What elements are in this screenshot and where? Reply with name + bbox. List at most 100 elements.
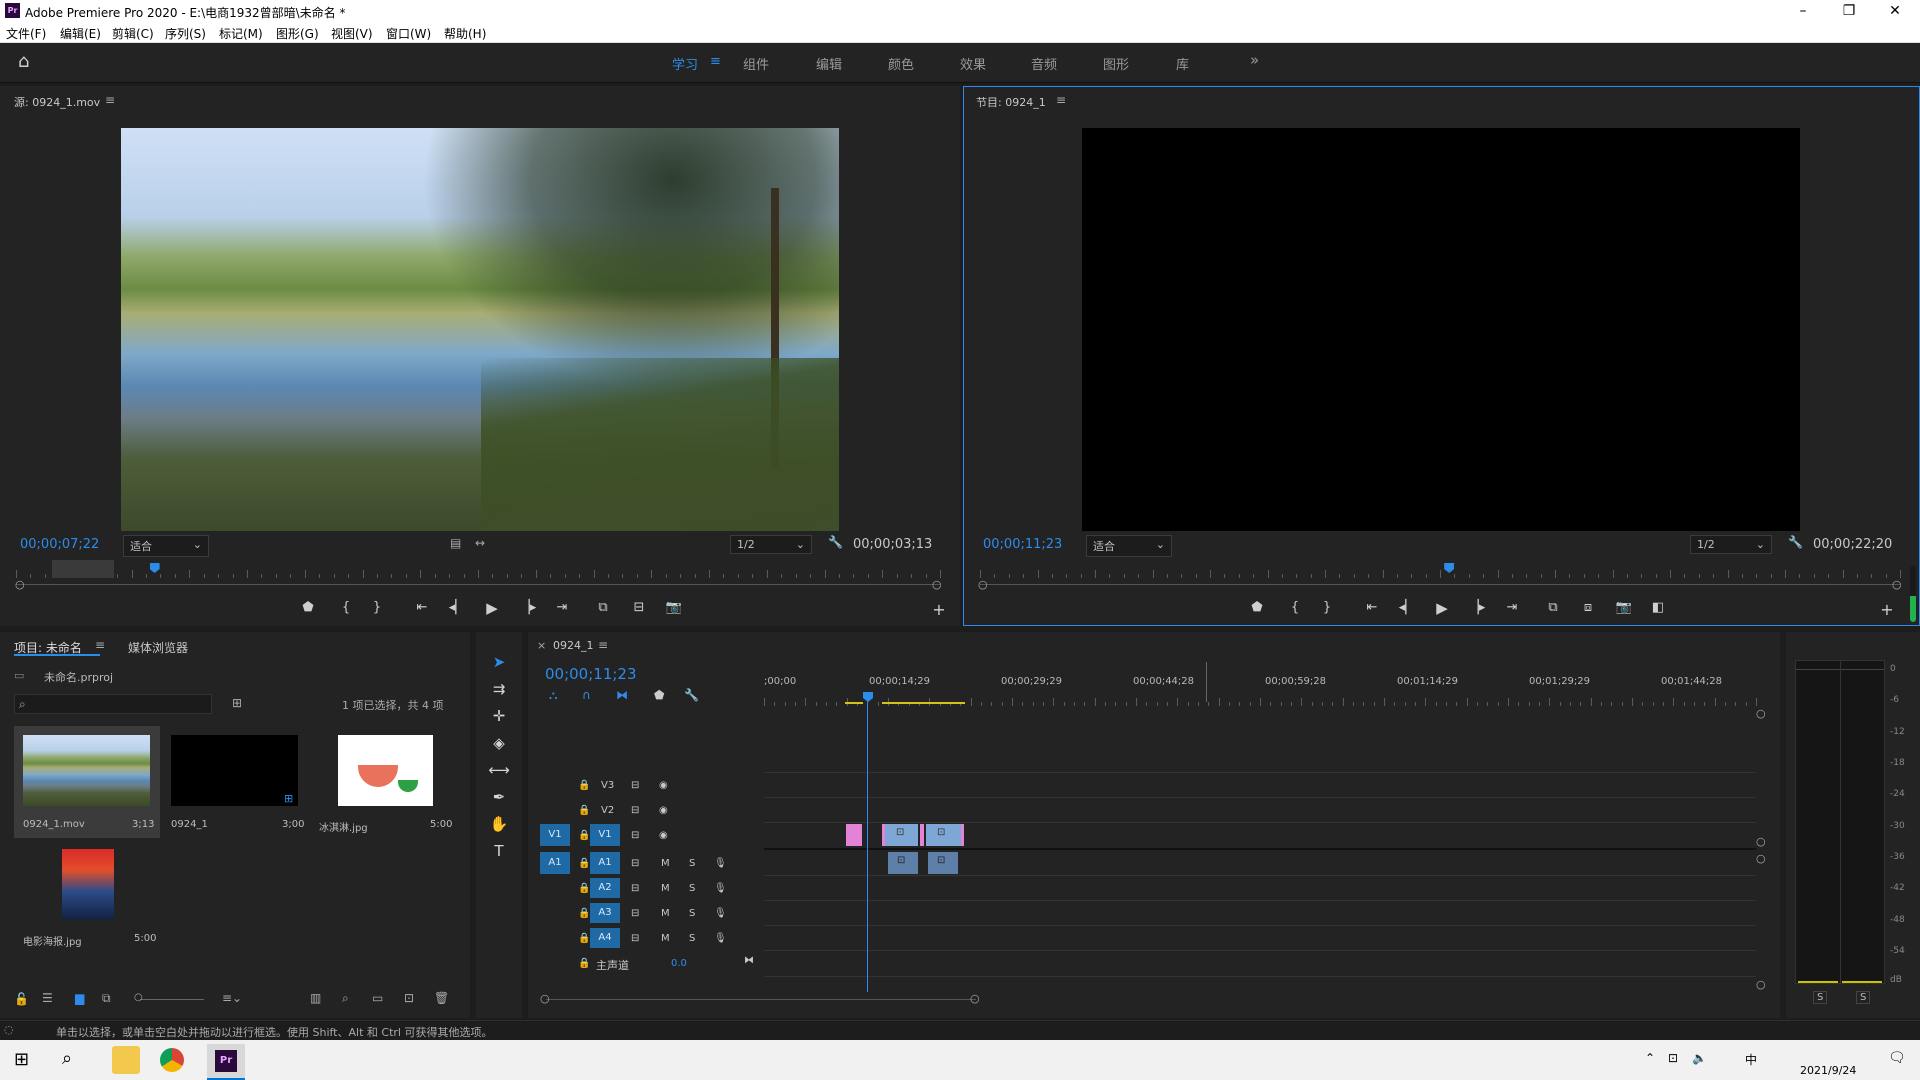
network-icon[interactable]: ⊡ — [1668, 1051, 1678, 1065]
program-quality-dropdown[interactable]: 1/2 ⌄ — [1690, 535, 1772, 554]
notification-icon[interactable]: 🗨 — [1888, 1050, 1906, 1066]
automate-to-sequence-icon[interactable]: ▥ — [310, 991, 321, 1005]
add-marker-icon[interactable]: ⬟ — [1247, 600, 1267, 615]
zoom-handle-right-icon[interactable]: ○ — [970, 992, 980, 1005]
zoom-handle-left-icon[interactable]: ○ — [540, 992, 550, 1005]
lock-icon[interactable]: 🔒 — [578, 830, 590, 841]
premiere-taskbar-button[interactable]: Pr — [207, 1044, 245, 1080]
safe-margins-icon[interactable]: ▤ — [450, 536, 461, 550]
meter-solo-right[interactable]: S — [1856, 991, 1871, 1004]
microphone-icon[interactable]: 🎙 — [714, 908, 727, 919]
sync-lock-icon[interactable]: ⊟ — [631, 830, 639, 841]
clip-audio-2[interactable]: ⊡ — [928, 852, 958, 874]
razor-tool-icon[interactable]: ◈ — [484, 734, 514, 752]
track-target-v1[interactable]: V1 — [590, 824, 620, 846]
eye-icon[interactable]: ◉ — [659, 830, 668, 841]
source-timecode-current[interactable]: 00;00;07;22 — [20, 537, 99, 552]
panel-menu-icon[interactable]: ≡ — [1056, 93, 1066, 107]
audio-scroll-handle-icon[interactable]: ○ — [1756, 852, 1766, 865]
go-to-out-icon[interactable]: ⇥ — [1502, 600, 1522, 615]
project-item-sequence[interactable]: ⊞ 0924_1 3;00 — [162, 726, 308, 838]
mark-in-icon[interactable]: { — [1285, 600, 1305, 615]
sync-lock-icon[interactable]: ⊟ — [631, 780, 639, 791]
zoom-slider-handle-icon[interactable]: ○ — [134, 992, 143, 1003]
zoom-handle-right-icon[interactable]: ○ — [932, 578, 942, 591]
overwrite-icon[interactable]: ⊟ — [629, 600, 649, 615]
lock-icon[interactable]: 🔒 — [578, 933, 590, 944]
audio-scroll-handle-icon[interactable]: ○ — [1756, 978, 1766, 991]
menu-file[interactable]: 文件(F) — [6, 25, 46, 42]
add-button-icon[interactable]: + — [929, 600, 949, 619]
workspace-tab-libraries[interactable]: 库 — [1176, 54, 1189, 73]
workspace-overflow-button[interactable]: » — [1250, 51, 1259, 69]
windows-start-icon[interactable]: ⊞ — [14, 1049, 29, 1070]
master-volume-value[interactable]: 0.0 — [671, 958, 687, 969]
ripple-edit-tool-icon[interactable]: ✛ — [484, 707, 514, 725]
mark-out-icon[interactable]: } — [367, 600, 387, 615]
minimize-button[interactable]: – — [1780, 0, 1826, 22]
icon-view-icon[interactable]: ▆ — [75, 991, 84, 1005]
menu-window[interactable]: 窗口(W) — [386, 25, 431, 42]
clip-ice-cream[interactable] — [846, 824, 862, 846]
workspace-tab-learn[interactable]: 学习 — [672, 54, 698, 73]
search-icon[interactable]: ⌕ — [62, 1048, 72, 1069]
clip-audio-1[interactable]: ⊡ — [888, 852, 918, 874]
meter-solo-left[interactable]: S — [1813, 991, 1828, 1004]
lift-icon[interactable]: ⧉ — [1543, 600, 1563, 615]
mute-button[interactable]: M — [661, 908, 670, 919]
eye-icon[interactable]: ◉ — [659, 780, 668, 791]
solo-button[interactable]: S — [689, 858, 695, 869]
menu-edit[interactable]: 编辑(E) — [60, 25, 101, 42]
solo-button[interactable]: S — [689, 933, 695, 944]
menu-view[interactable]: 视图(V) — [331, 25, 373, 42]
workspace-tab-editing[interactable]: 编辑 — [816, 54, 842, 73]
maximize-button[interactable]: ❐ — [1826, 0, 1872, 22]
project-search-box[interactable]: ⌕ — [14, 694, 212, 714]
project-item-0924-1-mov[interactable]: 0924_1.mov 3;13 — [14, 726, 160, 838]
snap-icon[interactable]: ∩ — [582, 688, 591, 702]
workspace-tab-audio[interactable]: 音频 — [1031, 54, 1057, 73]
drag-video-icon[interactable]: ↔ — [475, 536, 485, 550]
zoom-handle-left-icon[interactable]: ○ — [978, 578, 988, 591]
track-target-a1[interactable]: A1 — [590, 852, 620, 874]
go-to-in-icon[interactable]: ⇤ — [412, 600, 432, 615]
find-icon[interactable]: ⌕ — [342, 991, 349, 1006]
project-search-input[interactable] — [33, 696, 207, 712]
step-back-icon[interactable]: ◂▏ — [447, 600, 467, 615]
sync-lock-icon[interactable]: ⊟ — [631, 883, 639, 894]
timeline-horizontal-scroll[interactable] — [546, 999, 976, 1000]
menu-help[interactable]: 帮助(H) — [444, 25, 486, 42]
step-forward-icon[interactable]: ▕▸ — [518, 600, 538, 615]
lock-icon[interactable]: 🔒 — [578, 858, 590, 869]
lock-icon[interactable]: 🔒 — [578, 908, 590, 919]
new-bin-icon[interactable]: ▭ — [372, 991, 383, 1005]
track-select-tool-icon[interactable]: ⇉ — [484, 680, 514, 698]
type-tool-icon[interactable]: T — [484, 842, 514, 860]
sync-lock-icon[interactable]: ⊟ — [631, 805, 639, 816]
source-patch-v1[interactable]: V1 — [540, 824, 570, 846]
program-monitor-title[interactable]: 节目: 0924_1 — [976, 94, 1046, 110]
program-timecode-current[interactable]: 00;00;11;23 — [983, 537, 1062, 552]
mark-out-icon[interactable]: } — [1317, 600, 1337, 615]
lock-icon[interactable]: 🔓 — [14, 992, 29, 1006]
hand-tool-icon[interactable]: ✋ — [484, 815, 514, 833]
new-item-icon[interactable]: ⊡ — [404, 991, 414, 1005]
source-quality-dropdown[interactable]: 1/2 ⌄ — [730, 535, 812, 554]
eye-icon[interactable]: ◉ — [659, 805, 668, 816]
sync-lock-icon[interactable]: ⊟ — [631, 908, 639, 919]
source-video-frame[interactable] — [121, 128, 839, 531]
track-target-a4[interactable]: A4 — [590, 928, 620, 948]
comparison-view-icon[interactable]: ◧ — [1648, 600, 1668, 615]
pen-tool-icon[interactable]: ✒ — [484, 788, 514, 806]
wrench-icon[interactable]: 🔧 — [828, 535, 843, 549]
selection-tool-icon[interactable]: ➤ — [484, 653, 514, 671]
wrench-icon[interactable]: 🔧 — [1788, 535, 1803, 549]
track-target-a3[interactable]: A3 — [590, 903, 620, 923]
menu-sequence[interactable]: 序列(S) — [165, 25, 206, 42]
workspace-menu-icon[interactable]: ≡ — [710, 54, 721, 69]
timeline-tab[interactable]: 0924_1 — [553, 639, 594, 652]
transition-marker[interactable] — [920, 824, 924, 846]
program-video-frame[interactable] — [1082, 128, 1800, 531]
tray-expand-icon[interactable]: ⌃ — [1645, 1051, 1655, 1065]
lock-icon[interactable]: 🔒 — [578, 883, 590, 894]
